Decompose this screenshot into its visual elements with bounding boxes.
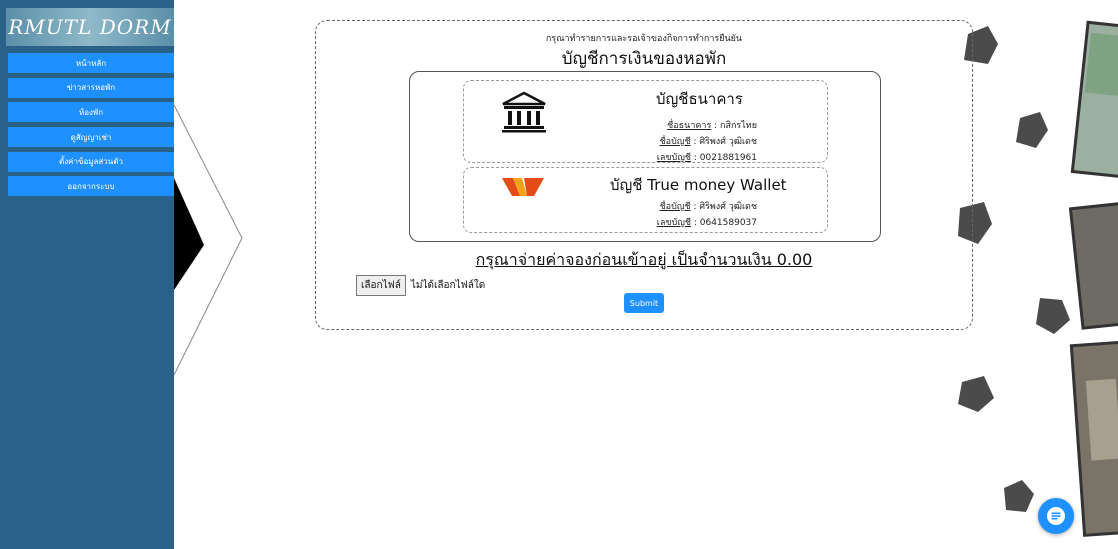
payment-amount-text: กรุณาจ่ายค่าจองก่อนเข้าอยู่ เป็นจำนวนเงิ…: [475, 250, 813, 269]
sidebar-item-rooms[interactable]: ห้องพัก: [8, 102, 174, 123]
sidebar-item-profile-settings[interactable]: ตั้งค่าข้อมูลส่วนตัว: [8, 151, 174, 172]
bank-account-number-row: เลขบัญชี : 0021881961: [657, 150, 757, 164]
sidebar-item-home[interactable]: หน้าหลัก: [8, 53, 174, 73]
payment-card: กรุณาทำรายการและรอเจ้าของกิจการทำการยืนย…: [315, 20, 973, 330]
bank-name-value: : กสิกรไทย: [711, 121, 757, 131]
truemoney-logo: [502, 178, 544, 196]
bank-account-number-label: เลขบัญชี: [656, 153, 691, 163]
sidebar-item-logout[interactable]: ออกจากระบบ: [8, 176, 174, 197]
sidebar-item-news[interactable]: ข่าวสารหอพัก: [8, 77, 174, 98]
chat-icon: [1047, 507, 1065, 525]
bank-name-label: ชื่อธนาคาร: [667, 121, 712, 131]
chat-button[interactable]: [1038, 498, 1074, 534]
file-status-text: ไม่ได้เลือกไฟล์ใด: [410, 280, 486, 291]
wallet-account-title: บัญชี True money Wallet: [610, 176, 787, 194]
wallet-account-number-value: : 0641589037: [690, 218, 757, 228]
bank-account-name-value: : ศิริพงศ์ วุฒิเดช: [690, 137, 757, 147]
sidebar: RMUTL DORM หน้าหลัก ข่าวสารหอพัก ห้องพัก…: [0, 0, 174, 549]
wallet-account-name-row: ชื่อบัญชี : ศิริพงศ์ วุฒิเดช: [660, 199, 757, 213]
site-logo[interactable]: RMUTL DORM: [6, 8, 174, 46]
bank-account-card: บัญชีธนาคาร ชื่อธนาคาร : กสิกรไทย ชื่อบั…: [463, 80, 828, 163]
page-title: บัญชีการเงินของหอพัก: [561, 49, 727, 69]
bank-account-title: บัญชีธนาคาร: [656, 90, 743, 108]
wallet-account-name-value: : ศิริพงศ์ วุฒิเดช: [690, 202, 757, 212]
bank-name-row: ชื่อธนาคาร : กสิกรไทย: [667, 118, 757, 132]
wallet-account-card: บัญชี True money Wallet ชื่อบัญชี : ศิริ…: [463, 167, 828, 233]
wallet-account-name-label: ชื่อบัญชี: [659, 202, 691, 212]
sidebar-item-contract[interactable]: ดูสัญญาเช่า: [8, 127, 174, 148]
submit-button[interactable]: Submit: [624, 293, 664, 313]
bank-account-number-value: : 0021881961: [690, 153, 757, 163]
file-upload: เลือกไฟล์ ไม่ได้เลือกไฟล์ใด: [356, 275, 485, 296]
accounts-panel: บัญชีธนาคาร ชื่อธนาคาร : กสิกรไทย ชื่อบั…: [409, 71, 881, 242]
bank-account-name-label: ชื่อบัญชี: [659, 137, 691, 147]
bank-account-name-row: ชื่อบัญชี : ศิริพงศ์ วุฒิเดช: [660, 134, 757, 148]
instruction-text: กรุณาทำรายการและรอเจ้าของกิจการทำการยืนย…: [545, 34, 743, 44]
choose-file-button[interactable]: เลือกไฟล์: [356, 275, 406, 296]
wallet-account-number-label: เลขบัญชี: [656, 218, 691, 228]
wallet-account-number-row: เลขบัญชี : 0641589037: [657, 215, 757, 229]
bank-icon: [502, 91, 546, 133]
sidebar-menu: หน้าหลัก ข่าวสารหอพัก ห้องพัก ดูสัญญาเช่…: [8, 53, 174, 201]
